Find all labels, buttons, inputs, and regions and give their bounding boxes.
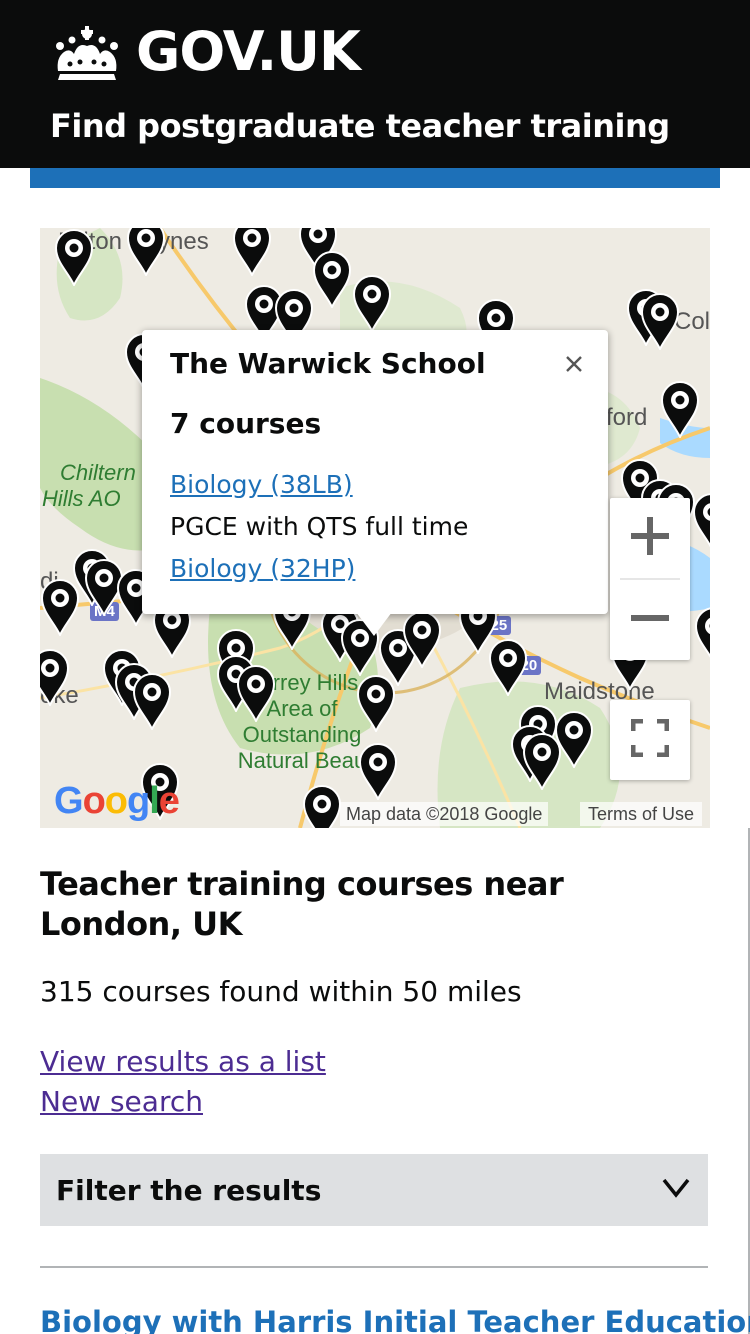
- new-search-link[interactable]: New search: [40, 1082, 326, 1122]
- map-marker[interactable]: [694, 606, 710, 664]
- zoom-out-button[interactable]: [610, 580, 690, 660]
- popup-course-description: PGCE with QTS full time: [170, 512, 469, 541]
- minus-icon: [631, 599, 669, 641]
- map-label-chelmsford: ford: [606, 404, 648, 431]
- map-marker[interactable]: [640, 292, 680, 352]
- crown-icon: [50, 24, 124, 80]
- map-marker[interactable]: [126, 228, 166, 278]
- map-marker[interactable]: [40, 578, 80, 638]
- map-marker[interactable]: [358, 742, 398, 802]
- popup-title: The Warwick School: [170, 347, 486, 380]
- map-marker[interactable]: [402, 610, 442, 670]
- map-marker[interactable]: [352, 274, 392, 334]
- map-marker[interactable]: [302, 784, 342, 828]
- map-data-attribution: Map data ©2018 Google: [340, 802, 549, 826]
- map-label-chilterns: Chiltern: [60, 460, 136, 485]
- popup-course-link-38lb[interactable]: Biology (38LB): [170, 468, 353, 502]
- map-info-popup: The Warwick School 7 courses Biology (38…: [142, 330, 608, 614]
- chevron-down-icon: [662, 1178, 690, 1202]
- plus-icon: [631, 517, 669, 559]
- terms-of-use-link[interactable]: Terms of Use: [580, 802, 703, 826]
- popup-course-count: 7 courses: [170, 407, 322, 440]
- map-marker[interactable]: [356, 674, 396, 734]
- map-marker[interactable]: [232, 228, 272, 278]
- service-name[interactable]: Find postgraduate teacher training: [50, 104, 670, 148]
- map-marker[interactable]: [132, 672, 172, 732]
- popup-tail: [356, 612, 392, 636]
- fullscreen-button[interactable]: [610, 700, 690, 780]
- map-marker[interactable]: [660, 380, 700, 440]
- site-header: GOV.UK Find postgraduate teacher trainin…: [0, 0, 750, 168]
- popup-course-link-32hp[interactable]: Biology (32HP): [170, 552, 355, 586]
- map[interactable]: Milton Keynes Col ford Chiltern Hills AO…: [40, 228, 710, 828]
- filter-label: Filter the results: [56, 1173, 322, 1207]
- map-marker[interactable]: [54, 228, 94, 288]
- zoom-in-button[interactable]: [610, 498, 690, 578]
- logo-text: GOV.UK: [136, 20, 361, 83]
- map-marker[interactable]: [488, 638, 528, 698]
- filter-results-toggle[interactable]: Filter the results: [40, 1154, 708, 1226]
- results-count: 315 courses found within 50 miles: [40, 975, 522, 1008]
- map-marker[interactable]: [312, 250, 352, 310]
- map-marker[interactable]: [236, 664, 276, 724]
- fullscreen-icon: [630, 718, 670, 761]
- zoom-controls: [610, 498, 690, 660]
- map-marker[interactable]: [40, 648, 70, 708]
- section-divider: [40, 1266, 708, 1268]
- view-list-link[interactable]: View results as a list: [40, 1042, 326, 1082]
- results-heading: Teacher training courses near London, UK: [40, 865, 564, 943]
- close-icon[interactable]: [558, 348, 590, 380]
- course-title-link[interactable]: Biology with Harris Initial Teacher Educ…: [40, 1302, 750, 1334]
- map-label-chilterns-2: Hills AO: [42, 486, 121, 511]
- google-logo[interactable]: Google: [54, 780, 180, 823]
- govuk-logo[interactable]: GOV.UK: [50, 20, 361, 83]
- map-marker[interactable]: [692, 492, 710, 550]
- header-blue-bar: [30, 168, 720, 188]
- results-links: View results as a list New search: [40, 1042, 326, 1122]
- map-marker[interactable]: [554, 710, 594, 770]
